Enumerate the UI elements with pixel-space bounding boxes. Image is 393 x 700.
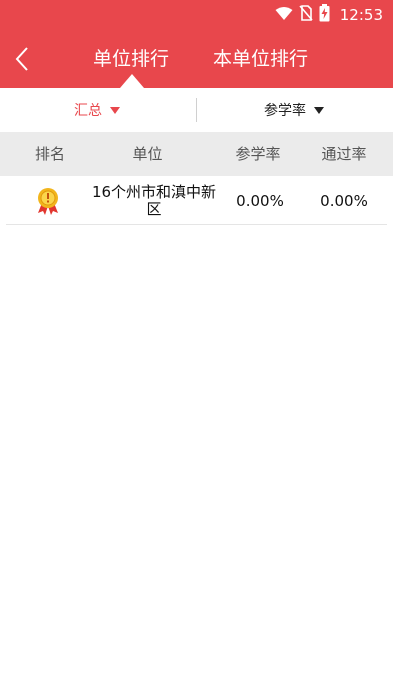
status-time: 12:53 — [339, 6, 383, 24]
battery-charging-icon — [319, 4, 330, 26]
metric-filter-label: 参学率 — [264, 103, 306, 119]
chevron-left-icon — [15, 47, 28, 71]
table-row[interactable]: 16个州市和滇中新区 0.00% 0.00% — [6, 176, 387, 225]
metric-filter-dropdown[interactable]: 参学率 — [264, 88, 324, 132]
triangle-down-icon — [314, 106, 324, 114]
status-bar: 12:53 — [0, 0, 393, 30]
column-header-pass-rate: 通过率 — [321, 145, 367, 163]
pass-rate-cell: 0.00% — [320, 191, 368, 210]
tab-unit-ranking[interactable]: 单位排行 — [93, 44, 169, 71]
active-tab-indicator — [120, 74, 144, 88]
column-header-unit: 单位 — [132, 145, 163, 163]
table-header: 排名 单位 参学率 通过率 — [0, 132, 393, 176]
rank-cell — [20, 176, 76, 225]
filter-bar: 汇总 参学率 — [0, 88, 393, 132]
filter-divider — [196, 98, 197, 122]
participation-rate-cell: 0.00% — [236, 191, 284, 210]
wifi-icon — [275, 6, 293, 25]
back-button[interactable] — [12, 44, 34, 74]
column-header-participation-rate: 参学率 — [235, 145, 281, 163]
scope-filter-label: 汇总 — [74, 103, 102, 119]
medal-icon — [38, 187, 58, 215]
scope-filter-dropdown[interactable]: 汇总 — [74, 88, 120, 132]
column-header-rank: 排名 — [34, 145, 65, 163]
unit-name-cell: 16个州市和滇中新区 — [91, 182, 217, 218]
status-icons: 12:53 — [275, 4, 383, 26]
app-header: 单位排行 本单位排行 — [0, 30, 393, 88]
triangle-down-icon — [110, 106, 120, 114]
no-sim-icon — [299, 5, 313, 25]
tab-my-unit-ranking[interactable]: 本单位排行 — [213, 44, 308, 71]
